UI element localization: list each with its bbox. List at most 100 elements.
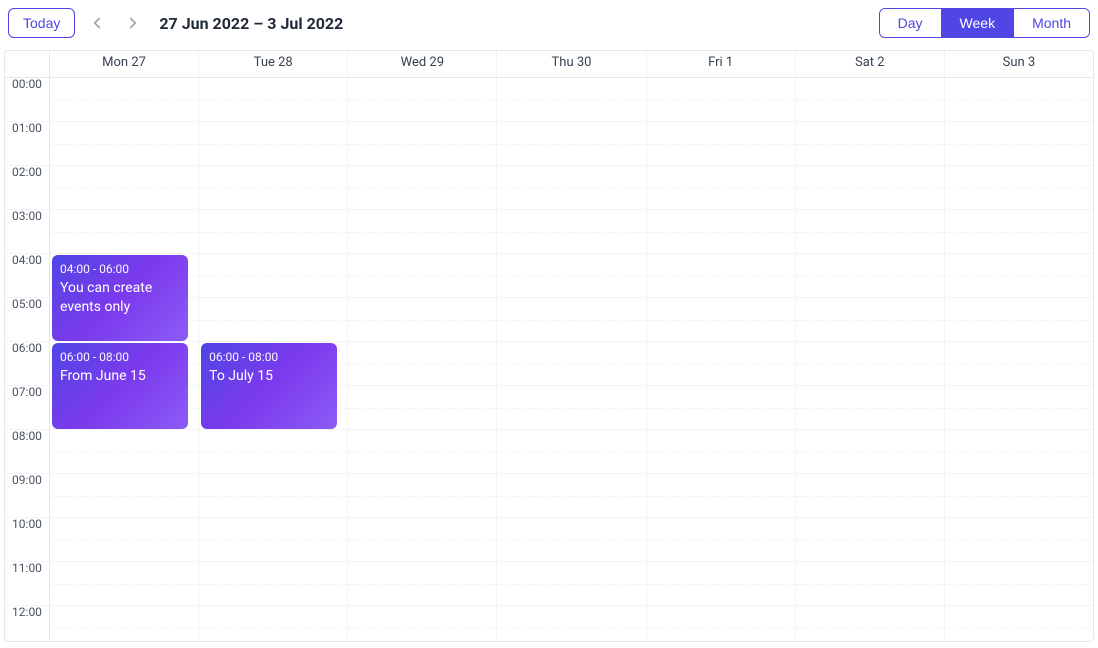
day-header[interactable]: Sat 2 bbox=[796, 51, 945, 77]
time-cell[interactable] bbox=[497, 254, 645, 298]
time-cell[interactable] bbox=[497, 386, 645, 430]
prev-button[interactable] bbox=[83, 9, 111, 37]
time-cell[interactable] bbox=[647, 122, 795, 166]
time-cell[interactable] bbox=[497, 298, 645, 342]
time-cell[interactable] bbox=[199, 518, 347, 562]
time-cell[interactable] bbox=[796, 386, 944, 430]
day-header[interactable]: Wed 29 bbox=[348, 51, 497, 77]
time-cell[interactable] bbox=[348, 210, 496, 254]
time-cell[interactable] bbox=[497, 210, 645, 254]
time-cell[interactable] bbox=[647, 298, 795, 342]
time-cell[interactable] bbox=[945, 386, 1093, 430]
calendar-grid-scroll[interactable]: 00:0001:0002:0003:0004:0005:0006:0007:00… bbox=[5, 78, 1093, 641]
time-cell[interactable] bbox=[945, 474, 1093, 518]
time-cell[interactable] bbox=[497, 474, 645, 518]
time-cell[interactable] bbox=[497, 430, 645, 474]
time-cell[interactable] bbox=[348, 342, 496, 386]
time-cell[interactable] bbox=[199, 210, 347, 254]
time-cell[interactable] bbox=[497, 122, 645, 166]
day-column[interactable] bbox=[796, 78, 945, 641]
time-cell[interactable] bbox=[348, 430, 496, 474]
day-header[interactable]: Mon 27 bbox=[50, 51, 199, 77]
time-cell[interactable] bbox=[497, 78, 645, 122]
time-cell[interactable] bbox=[348, 298, 496, 342]
day-column[interactable] bbox=[497, 78, 646, 641]
time-cell[interactable] bbox=[796, 298, 944, 342]
time-cell[interactable] bbox=[647, 254, 795, 298]
time-cell[interactable] bbox=[945, 342, 1093, 386]
time-cell[interactable] bbox=[945, 122, 1093, 166]
time-cell[interactable] bbox=[199, 166, 347, 210]
time-cell[interactable] bbox=[945, 606, 1093, 641]
time-cell[interactable] bbox=[348, 78, 496, 122]
day-column[interactable]: 04:00 - 06:00You can create events only0… bbox=[50, 78, 199, 641]
time-cell[interactable] bbox=[945, 78, 1093, 122]
time-cell[interactable] bbox=[199, 430, 347, 474]
time-cell[interactable] bbox=[796, 430, 944, 474]
time-cell[interactable] bbox=[50, 474, 198, 518]
day-column[interactable] bbox=[647, 78, 796, 641]
time-cell[interactable] bbox=[348, 386, 496, 430]
time-cell[interactable] bbox=[199, 122, 347, 166]
calendar-event[interactable]: 06:00 - 08:00From June 15 bbox=[52, 343, 188, 429]
time-cell[interactable] bbox=[199, 606, 347, 641]
day-column[interactable] bbox=[348, 78, 497, 641]
time-cell[interactable] bbox=[50, 430, 198, 474]
time-cell[interactable] bbox=[50, 562, 198, 606]
time-cell[interactable] bbox=[796, 474, 944, 518]
time-cell[interactable] bbox=[647, 518, 795, 562]
time-cell[interactable] bbox=[647, 606, 795, 641]
time-cell[interactable] bbox=[647, 210, 795, 254]
time-cell[interactable] bbox=[796, 342, 944, 386]
time-cell[interactable] bbox=[945, 518, 1093, 562]
calendar-event[interactable]: 06:00 - 08:00To July 15 bbox=[201, 343, 337, 429]
day-header[interactable]: Thu 30 bbox=[497, 51, 646, 77]
time-cell[interactable] bbox=[50, 606, 198, 641]
time-cell[interactable] bbox=[796, 122, 944, 166]
time-cell[interactable] bbox=[796, 254, 944, 298]
time-cell[interactable] bbox=[796, 78, 944, 122]
view-week-button[interactable]: Week bbox=[941, 9, 1014, 37]
time-cell[interactable] bbox=[199, 254, 347, 298]
time-cell[interactable] bbox=[348, 562, 496, 606]
today-button[interactable]: Today bbox=[8, 8, 75, 38]
time-cell[interactable] bbox=[348, 606, 496, 641]
time-cell[interactable] bbox=[647, 474, 795, 518]
time-cell[interactable] bbox=[199, 78, 347, 122]
time-cell[interactable] bbox=[497, 166, 645, 210]
time-cell[interactable] bbox=[945, 298, 1093, 342]
time-cell[interactable] bbox=[796, 518, 944, 562]
day-column[interactable]: 06:00 - 08:00To July 15 bbox=[199, 78, 348, 641]
time-cell[interactable] bbox=[647, 386, 795, 430]
time-cell[interactable] bbox=[199, 474, 347, 518]
time-cell[interactable] bbox=[199, 298, 347, 342]
time-cell[interactable] bbox=[647, 430, 795, 474]
time-cell[interactable] bbox=[497, 518, 645, 562]
next-button[interactable] bbox=[119, 9, 147, 37]
time-cell[interactable] bbox=[50, 78, 198, 122]
time-cell[interactable] bbox=[348, 166, 496, 210]
time-cell[interactable] bbox=[647, 562, 795, 606]
time-cell[interactable] bbox=[945, 430, 1093, 474]
day-column[interactable] bbox=[945, 78, 1093, 641]
time-cell[interactable] bbox=[647, 166, 795, 210]
time-cell[interactable] bbox=[348, 518, 496, 562]
time-cell[interactable] bbox=[796, 562, 944, 606]
time-cell[interactable] bbox=[945, 254, 1093, 298]
time-cell[interactable] bbox=[945, 210, 1093, 254]
time-cell[interactable] bbox=[348, 474, 496, 518]
view-month-button[interactable]: Month bbox=[1013, 9, 1089, 37]
time-cell[interactable] bbox=[497, 562, 645, 606]
time-cell[interactable] bbox=[796, 606, 944, 641]
time-cell[interactable] bbox=[50, 210, 198, 254]
time-cell[interactable] bbox=[796, 210, 944, 254]
time-cell[interactable] bbox=[497, 606, 645, 641]
time-cell[interactable] bbox=[647, 342, 795, 386]
time-cell[interactable] bbox=[945, 166, 1093, 210]
time-cell[interactable] bbox=[50, 166, 198, 210]
time-cell[interactable] bbox=[199, 562, 347, 606]
calendar-event[interactable]: 04:00 - 06:00You can create events only bbox=[52, 255, 188, 341]
day-header[interactable]: Sun 3 bbox=[945, 51, 1093, 77]
time-cell[interactable] bbox=[796, 166, 944, 210]
time-cell[interactable] bbox=[497, 342, 645, 386]
